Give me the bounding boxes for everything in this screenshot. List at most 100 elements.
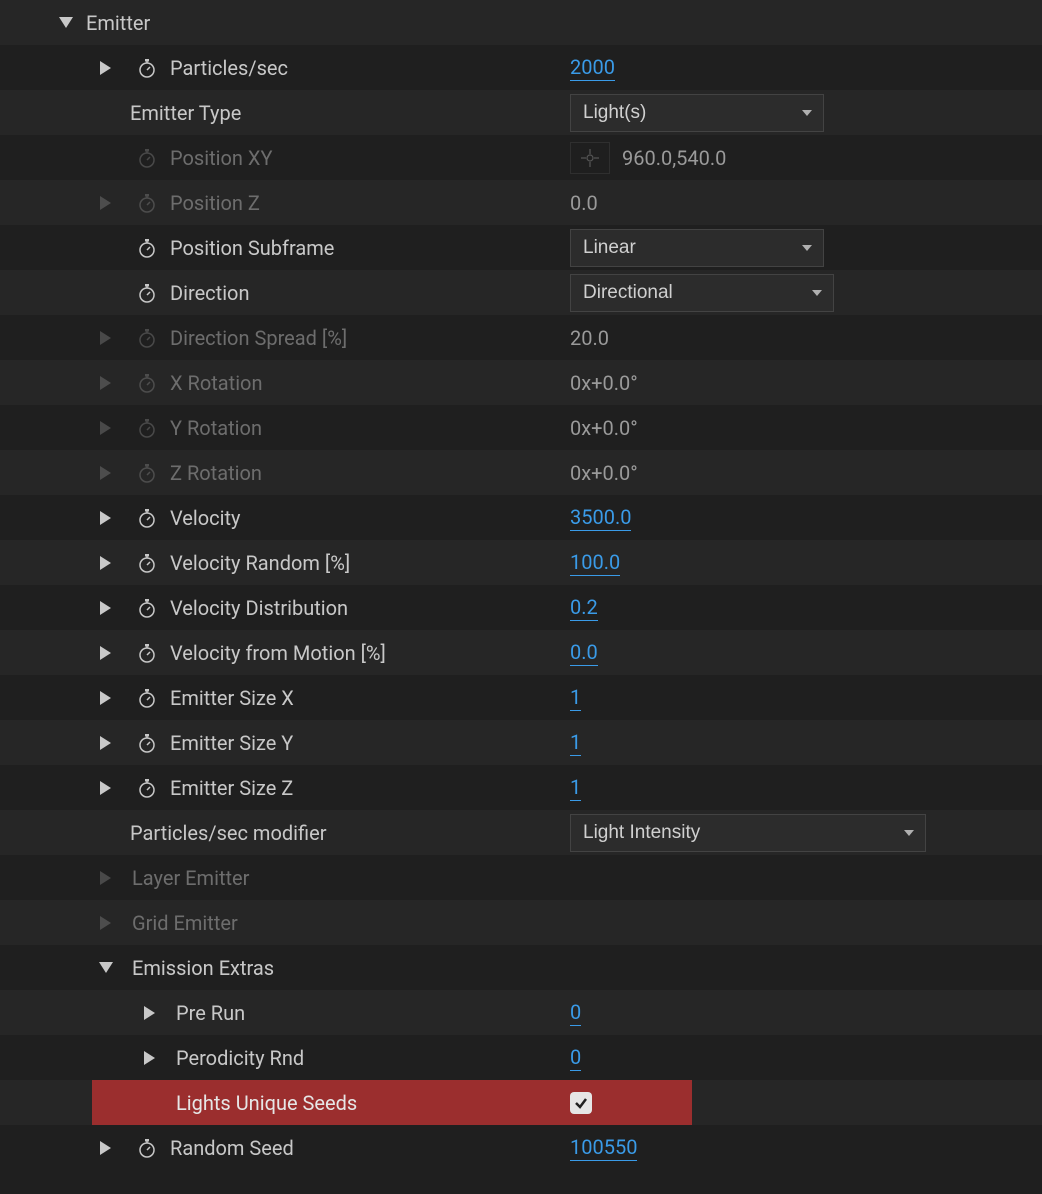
row-particles-sec: Particles/sec 2000: [0, 45, 1042, 90]
position-xy-label: Position XY: [170, 146, 272, 170]
row-emitter-size-y: Emitter Size Y 1: [0, 720, 1042, 765]
x-rotation-value: 0x+0.0°: [570, 371, 638, 395]
stopwatch-icon[interactable]: [132, 553, 162, 573]
velocity-distribution-value[interactable]: 0.2: [570, 595, 598, 621]
random-seed-value[interactable]: 100550: [570, 1135, 637, 1161]
stopwatch-icon: [132, 463, 162, 483]
stopwatch-icon: [132, 328, 162, 348]
target-icon: [570, 142, 610, 174]
particles-sec-modifier-select[interactable]: Light Intensity: [570, 814, 926, 852]
twirl-right-icon[interactable]: [94, 871, 118, 885]
stopwatch-icon[interactable]: [132, 508, 162, 528]
lights-unique-seeds-checkbox[interactable]: [570, 1092, 592, 1114]
x-rotation-label: X Rotation: [170, 371, 263, 395]
row-z-rotation: Z Rotation 0x+0.0°: [0, 450, 1042, 495]
velocity-random-label: Velocity Random [%]: [170, 551, 350, 575]
twirl-right-icon[interactable]: [94, 601, 118, 615]
row-velocity-distribution: Velocity Distribution 0.2: [0, 585, 1042, 630]
periodicity-rnd-label: Perodicity Rnd: [176, 1046, 304, 1070]
direction-spread-value: 20.0: [570, 326, 609, 350]
row-direction: Direction Directional: [0, 270, 1042, 315]
row-velocity-from-motion: Velocity from Motion [%] 0.0: [0, 630, 1042, 675]
stopwatch-icon: [132, 373, 162, 393]
twirl-right-icon[interactable]: [94, 331, 118, 345]
twirl-right-icon[interactable]: [94, 376, 118, 390]
velocity-from-motion-label: Velocity from Motion [%]: [170, 641, 386, 665]
twirl-right-icon[interactable]: [94, 511, 118, 525]
emitter-size-z-value[interactable]: 1: [570, 775, 581, 801]
row-emitter-size-z: Emitter Size Z 1: [0, 765, 1042, 810]
velocity-distribution-label: Velocity Distribution: [170, 596, 348, 620]
twirl-right-icon[interactable]: [94, 61, 118, 75]
velocity-from-motion-value[interactable]: 0.0: [570, 640, 598, 666]
row-direction-spread: Direction Spread [%] 20.0: [0, 315, 1042, 360]
row-velocity-random: Velocity Random [%] 100.0: [0, 540, 1042, 585]
row-layer-emitter[interactable]: Layer Emitter: [0, 855, 1042, 900]
emitter-size-x-label: Emitter Size X: [170, 686, 294, 710]
row-grid-emitter[interactable]: Grid Emitter: [0, 900, 1042, 945]
twirl-right-icon[interactable]: [94, 556, 118, 570]
emitter-size-x-value[interactable]: 1: [570, 685, 581, 711]
twirl-right-icon[interactable]: [94, 196, 118, 210]
stopwatch-icon[interactable]: [132, 688, 162, 708]
twirl-right-icon[interactable]: [94, 1141, 118, 1155]
position-xy-value: 960.0,540.0: [622, 146, 726, 170]
velocity-random-value[interactable]: 100.0: [570, 550, 620, 576]
z-rotation-label: Z Rotation: [170, 461, 262, 485]
emitter-title: Emitter: [86, 11, 150, 35]
twirl-right-icon[interactable]: [94, 916, 118, 930]
stopwatch-icon[interactable]: [132, 733, 162, 753]
direction-label: Direction: [170, 281, 250, 305]
emission-extras-title: Emission Extras: [132, 956, 274, 980]
lights-unique-seeds-label: Lights Unique Seeds: [176, 1091, 357, 1115]
stopwatch-icon[interactable]: [132, 58, 162, 78]
stopwatch-icon[interactable]: [132, 238, 162, 258]
group-emission-extras-header[interactable]: Emission Extras: [0, 945, 1042, 990]
twirl-down-icon[interactable]: [54, 17, 78, 29]
direction-spread-label: Direction Spread [%]: [170, 326, 347, 350]
twirl-right-icon[interactable]: [138, 1051, 162, 1065]
stopwatch-icon[interactable]: [132, 1138, 162, 1158]
particles-sec-value[interactable]: 2000: [570, 55, 615, 81]
y-rotation-value: 0x+0.0°: [570, 416, 638, 440]
twirl-right-icon[interactable]: [138, 1006, 162, 1020]
stopwatch-icon[interactable]: [132, 778, 162, 798]
twirl-right-icon[interactable]: [94, 736, 118, 750]
twirl-right-icon[interactable]: [94, 691, 118, 705]
random-seed-label: Random Seed: [170, 1136, 294, 1160]
twirl-right-icon[interactable]: [94, 466, 118, 480]
stopwatch-icon[interactable]: [132, 283, 162, 303]
velocity-label: Velocity: [170, 506, 241, 530]
emitter-type-select[interactable]: Light(s): [570, 94, 824, 132]
emitter-type-label: Emitter Type: [130, 101, 241, 125]
particles-sec-modifier-label: Particles/sec modifier: [130, 821, 326, 845]
z-rotation-value: 0x+0.0°: [570, 461, 638, 485]
row-lights-unique-seeds: Lights Unique Seeds: [0, 1080, 1042, 1125]
row-y-rotation: Y Rotation 0x+0.0°: [0, 405, 1042, 450]
twirl-right-icon[interactable]: [94, 646, 118, 660]
stopwatch-icon: [132, 418, 162, 438]
grid-emitter-label: Grid Emitter: [132, 911, 238, 935]
position-z-label: Position Z: [170, 191, 260, 215]
pre-run-label: Pre Run: [176, 1001, 245, 1025]
twirl-right-icon[interactable]: [94, 421, 118, 435]
row-position-xy: Position XY 960.0,540.0: [0, 135, 1042, 180]
row-periodicity-rnd: Perodicity Rnd 0: [0, 1035, 1042, 1080]
twirl-down-icon[interactable]: [94, 962, 118, 974]
pre-run-value[interactable]: 0: [570, 1000, 581, 1026]
particles-sec-label: Particles/sec: [170, 56, 288, 80]
twirl-right-icon[interactable]: [94, 781, 118, 795]
position-subframe-select[interactable]: Linear: [570, 229, 824, 267]
emitter-size-y-value[interactable]: 1: [570, 730, 581, 756]
stopwatch-icon: [132, 148, 162, 168]
row-position-z: Position Z 0.0: [0, 180, 1042, 225]
row-emitter-size-x: Emitter Size X 1: [0, 675, 1042, 720]
stopwatch-icon[interactable]: [132, 598, 162, 618]
row-position-subframe: Position Subframe Linear: [0, 225, 1042, 270]
direction-select[interactable]: Directional: [570, 274, 834, 312]
y-rotation-label: Y Rotation: [170, 416, 262, 440]
periodicity-rnd-value[interactable]: 0: [570, 1045, 581, 1071]
group-emitter-header[interactable]: Emitter: [0, 0, 1042, 45]
velocity-value[interactable]: 3500.0: [570, 505, 631, 531]
stopwatch-icon[interactable]: [132, 643, 162, 663]
